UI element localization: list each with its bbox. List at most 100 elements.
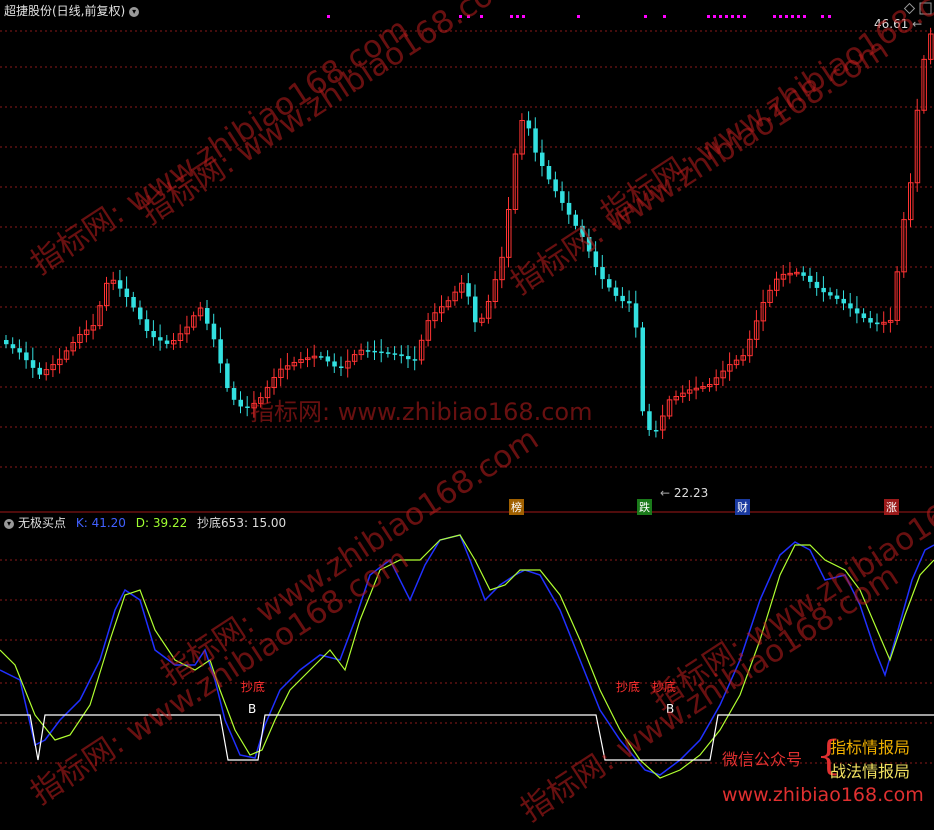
candle [540,139,545,177]
candle-body [406,356,411,360]
candle [57,348,63,374]
candle-body [124,288,130,297]
signal-dot [719,15,722,18]
candle [861,308,867,323]
candle-body [231,388,237,400]
candle [385,347,391,358]
candle [613,280,619,302]
candle [445,296,452,311]
signal-dot [785,15,788,18]
candle-body [24,352,29,361]
candle [104,276,110,311]
candle [406,345,411,368]
candle [365,341,371,358]
candle-body [814,281,820,288]
candle [392,346,398,361]
candle [30,347,36,378]
candle [412,346,418,371]
signal-b-1: B [248,702,257,716]
candle [600,254,605,289]
candle [834,288,840,305]
candle [848,292,853,317]
candle-body [10,344,16,349]
candle [787,262,793,284]
candle-body [385,352,391,354]
candle-body [151,330,156,338]
event-tag-cai[interactable]: 财 [735,499,750,515]
candle-body [607,279,612,288]
candle [633,290,639,338]
chart-title-bar[interactable]: 超捷股份(日线,前复权) ▾ [4,2,140,19]
candle [372,340,377,360]
candle [553,171,558,198]
candle [17,339,22,360]
candle [439,295,445,322]
candle-body [318,356,324,358]
candle [311,344,318,367]
candle [90,313,97,340]
candle-body [875,322,880,325]
signal-dot [327,15,330,18]
candle [452,285,458,306]
candle [278,358,284,387]
candle [780,264,787,287]
chaodi-value: 抄底653: 15.00 [197,516,287,530]
candle-body [653,430,659,432]
candle [485,294,492,324]
indicator-menu-icon[interactable]: ▾ [4,518,14,529]
candle [77,326,83,349]
candle [177,324,184,349]
candle-body [546,166,552,180]
k-value: K: 41.20 [75,516,126,530]
candle-body [138,307,143,320]
candle-body [131,297,136,308]
watermark-5: 指标网: www.zhibiao168.com [250,398,593,426]
candle [653,420,659,438]
candle-body [30,360,36,368]
event-tag-bang[interactable]: 榜 [509,499,524,515]
candle [821,276,826,302]
candle [814,272,820,296]
candle [801,266,806,281]
signal-dot [797,15,800,18]
candle-body [225,363,230,389]
candle [151,320,156,346]
candle [894,266,901,326]
candle [50,355,56,378]
promo-line-1: 指标情报局 [830,738,911,757]
candle [647,403,652,436]
candle [63,346,70,363]
candle [512,148,519,214]
signal-dot [779,15,782,18]
candle [700,381,706,392]
candle [138,300,143,325]
candle [37,362,42,380]
candle [197,301,204,321]
signal-dot [516,15,519,18]
candle-body [4,340,9,345]
candle [83,320,90,343]
indicator-name: 无极买点 [18,516,67,530]
candle [526,111,532,136]
indicator-title-bar[interactable]: ▾ 无极买点 K: 41.20 D: 39.22 抄底653: 15.00 [4,514,286,531]
dropdown-icon[interactable]: ▾ [129,6,140,17]
candle-body [868,318,873,323]
candle [767,284,773,307]
candle-body [647,411,652,430]
candle-body [164,340,170,344]
candle [914,98,921,192]
candle-body [600,267,605,280]
promo-box: 微信公众号 { 指标情报局 战法情报局 [720,734,934,782]
candle [205,300,210,331]
candle [808,267,813,289]
candle [868,310,873,329]
candle [211,313,217,348]
candle [928,27,934,65]
candle [720,360,726,387]
signal-dot [644,15,647,18]
candle [144,310,150,339]
candle-body [566,202,572,215]
event-tag-die[interactable]: 跌 [637,499,652,515]
candle-body [365,350,371,352]
candle [43,362,50,381]
